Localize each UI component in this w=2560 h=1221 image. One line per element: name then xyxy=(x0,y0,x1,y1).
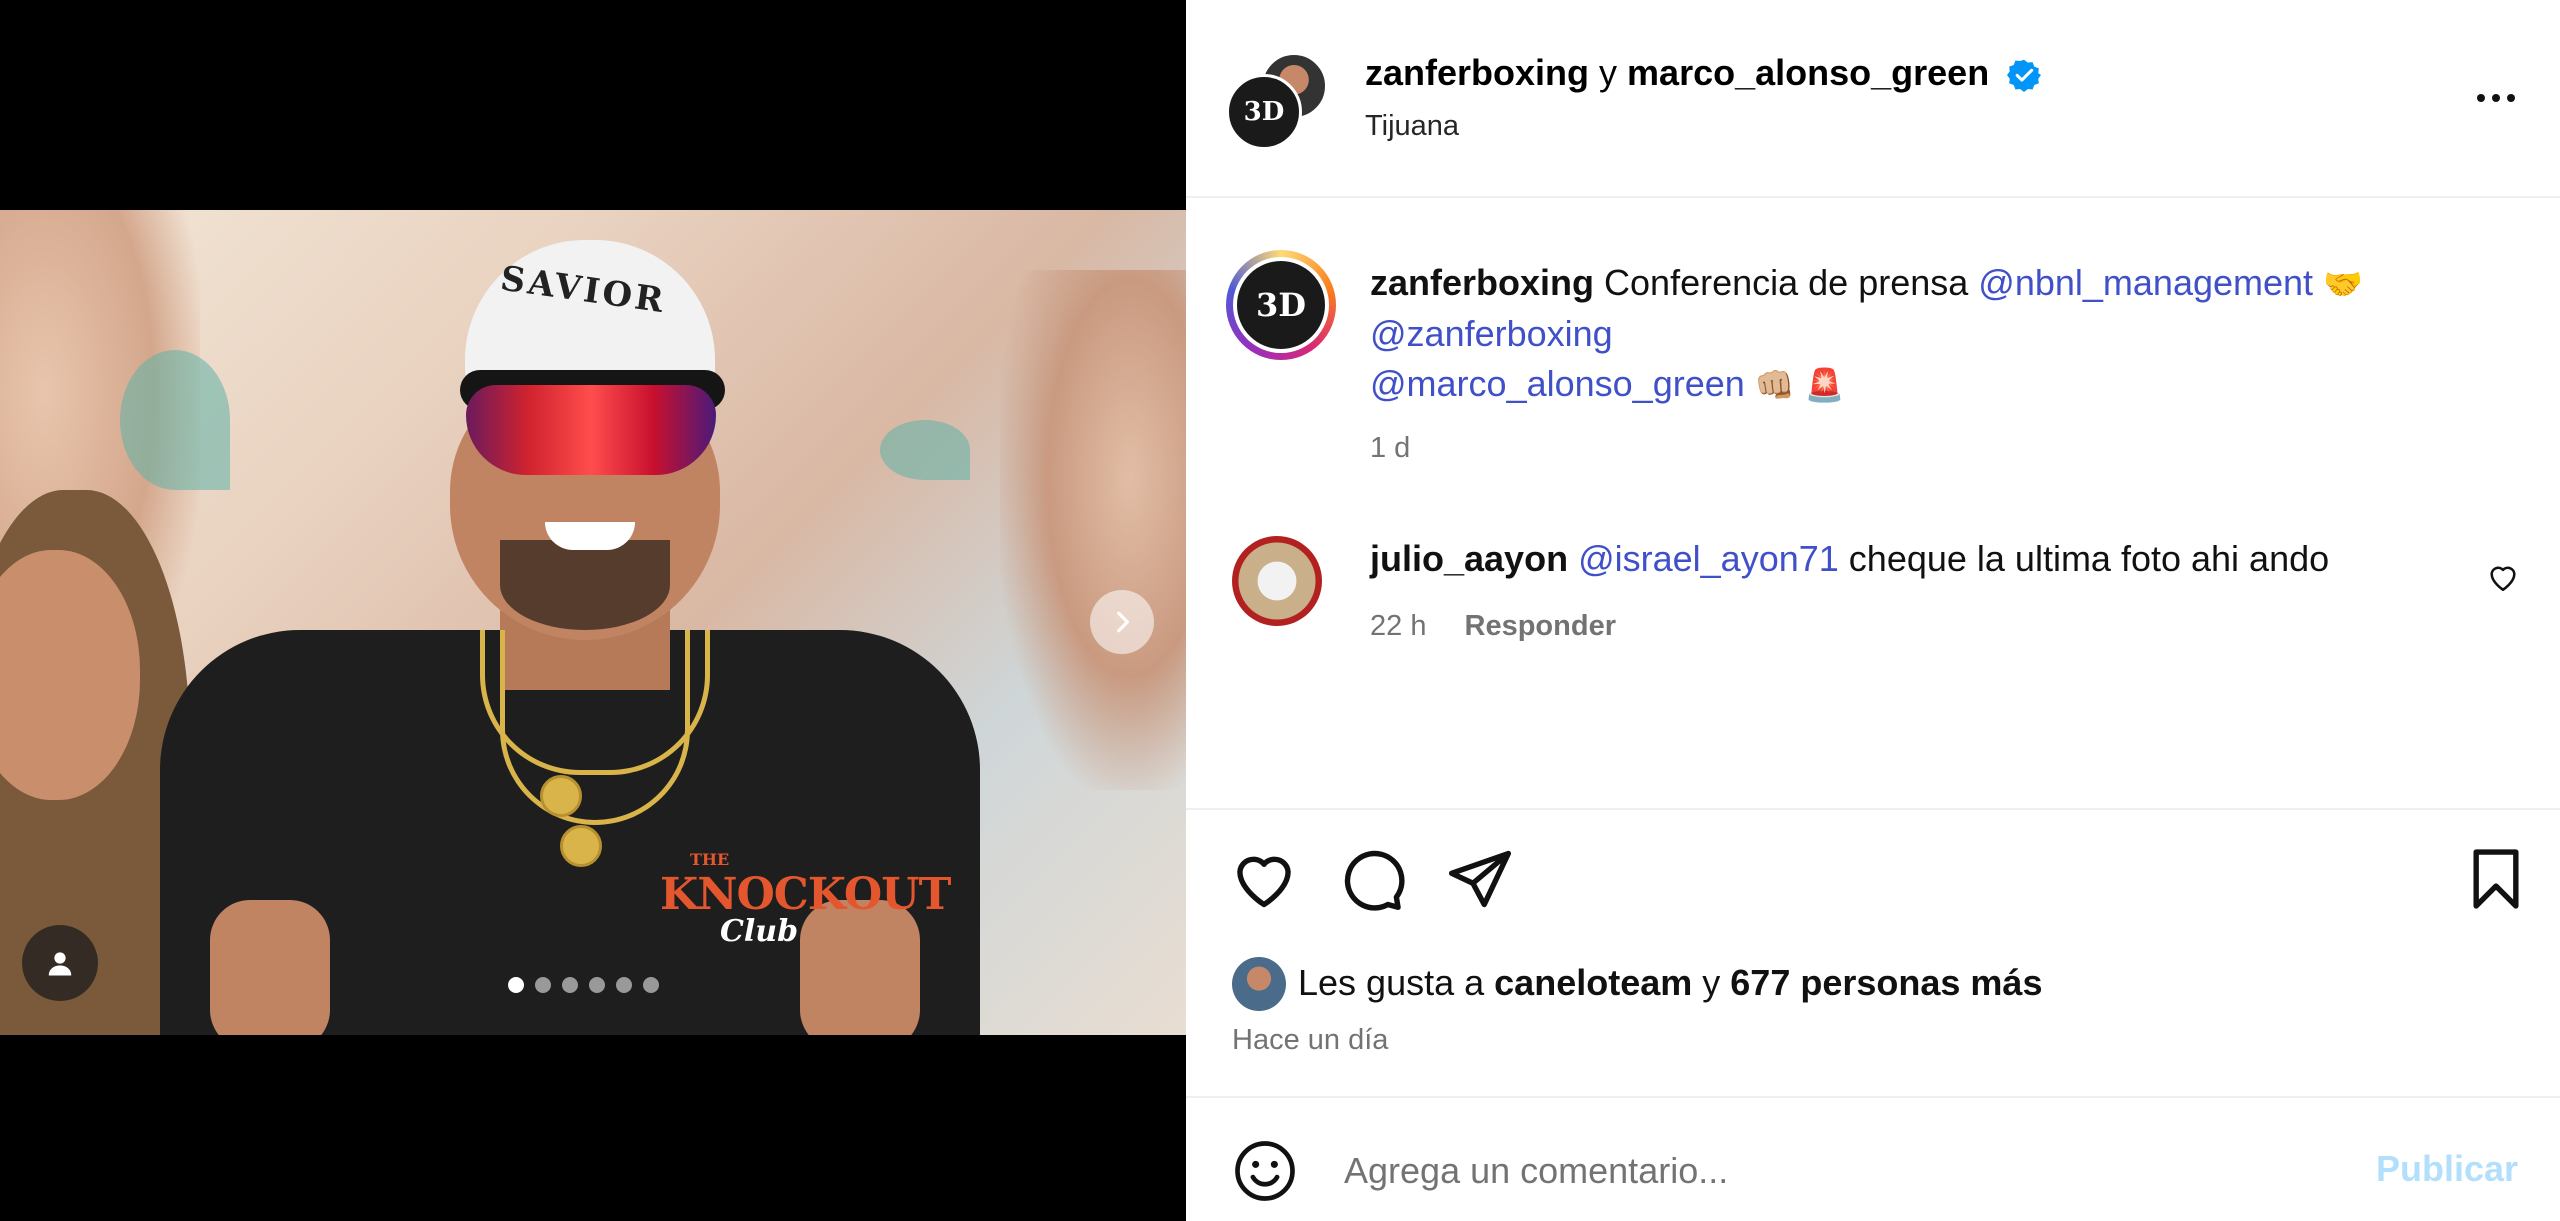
post-date[interactable]: Hace un día xyxy=(1232,1024,1388,1057)
carousel-dot xyxy=(589,977,605,993)
chain-medal xyxy=(560,825,602,867)
post-details-panel: 3D zanferboxing y marco_alonso_green Tij… xyxy=(1186,0,2560,1221)
more-icon xyxy=(2507,94,2515,102)
chevron-right-icon xyxy=(1117,611,1130,633)
comment-timestamp[interactable]: 22 h xyxy=(1370,610,1426,642)
caption-mention[interactable]: @nbnl_management xyxy=(1978,262,2313,303)
comment-meta: 22 h Responder xyxy=(1370,610,1616,643)
caption-mention[interactable]: @zanferboxing xyxy=(1370,313,1613,354)
likes-prefix: Les gusta a xyxy=(1298,962,1485,1003)
comment-username[interactable]: julio_aayon xyxy=(1370,538,1568,579)
likes-summary: Les gusta a caneloteam y 677 personas má… xyxy=(1298,962,2042,1004)
comment-like-button[interactable] xyxy=(2486,560,2520,599)
comment-input[interactable] xyxy=(1342,1140,2246,1202)
carousel-dots xyxy=(508,977,659,993)
avatar: 3D xyxy=(1237,261,1325,349)
more-icon xyxy=(2492,94,2500,102)
more-icon xyxy=(2477,94,2485,102)
user-tag-button[interactable] xyxy=(22,925,98,1001)
caption-text: Conferencia de prensa xyxy=(1604,262,1969,303)
emoji-picker-button[interactable] xyxy=(1232,1138,1298,1209)
author-link[interactable]: zanferboxing xyxy=(1365,52,1589,93)
caption-mention[interactable]: @marco_alonso_green xyxy=(1370,363,1745,404)
comment-mention[interactable]: @israel_ayon71 xyxy=(1578,538,1839,579)
post-photo[interactable]: SAVIOR THE KNOCKOUT Club xyxy=(0,210,1186,1035)
liker-username[interactable]: caneloteam xyxy=(1494,962,1692,1003)
carousel-dot xyxy=(643,977,659,993)
caption-avatar[interactable]: 3D xyxy=(1226,250,1336,360)
share-icon xyxy=(1448,850,1512,908)
likes-count[interactable]: 677 personas más xyxy=(1730,962,2042,1003)
liker-avatar[interactable] xyxy=(1232,957,1286,1011)
poster-palm-leaf xyxy=(880,420,970,480)
background-poster-face-right xyxy=(1000,270,1186,790)
comment-button[interactable] xyxy=(1338,845,1406,918)
publish-button[interactable]: Publicar xyxy=(2376,1148,2518,1190)
likes-conjunction: y xyxy=(1702,962,1721,1003)
heart-icon xyxy=(1237,856,1291,908)
sunglasses xyxy=(466,385,716,475)
post-media: SAVIOR THE KNOCKOUT Club xyxy=(0,0,1186,1221)
comment-text: cheque la ultima foto ahi ando xyxy=(1848,538,2330,579)
poster-palm-leaf xyxy=(120,350,230,490)
left-fist xyxy=(210,900,330,1035)
shirt-logo: THE KNOCKOUT Club xyxy=(660,850,951,949)
reply-button[interactable]: Responder xyxy=(1465,610,1616,642)
divider xyxy=(1186,1096,2560,1098)
carousel-dot xyxy=(508,977,524,993)
siren-emoji: 🚨 xyxy=(1804,367,1845,403)
man-beard xyxy=(500,540,670,630)
save-button[interactable] xyxy=(2462,845,2530,918)
chain-medal xyxy=(540,775,582,817)
author-link[interactable]: marco_alonso_green xyxy=(1627,52,1989,93)
carousel-dot xyxy=(535,977,551,993)
more-options-button[interactable] xyxy=(2461,78,2531,118)
caption-username[interactable]: zanferboxing xyxy=(1370,262,1594,303)
comment-body: julio_aayon @israel_ayon71 cheque la ult… xyxy=(1370,538,2470,580)
share-button[interactable] xyxy=(1446,845,1514,918)
carousel-dot xyxy=(562,977,578,993)
like-button[interactable] xyxy=(1230,845,1298,918)
author-conjunction: y xyxy=(1599,52,1618,93)
collab-avatars[interactable]: 3D xyxy=(1226,52,1328,152)
fist-emoji: 👊🏼 xyxy=(1754,367,1795,403)
post-caption: zanferboxing Conferencia de prensa @nbnl… xyxy=(1370,258,2530,410)
divider xyxy=(1186,196,2560,198)
shirt-logo-line2: KNOCKOUT xyxy=(660,869,951,920)
avatar[interactable]: 3D xyxy=(1226,74,1302,150)
carousel-dot xyxy=(616,977,632,993)
user-tag-icon xyxy=(48,952,72,976)
shirt-logo-line1: THE xyxy=(690,850,730,869)
emoji-icon xyxy=(1235,1141,1295,1201)
verified-icon xyxy=(2007,60,2042,93)
gold-chain xyxy=(500,630,690,825)
post-authors: zanferboxing y marco_alonso_green xyxy=(1365,52,2042,94)
bookmark-icon xyxy=(2473,849,2519,909)
comment-icon xyxy=(1344,850,1405,911)
handshake-emoji: 🤝 xyxy=(2323,266,2363,302)
next-slide-button[interactable] xyxy=(1090,590,1154,654)
comment-avatar[interactable] xyxy=(1232,536,1322,626)
divider xyxy=(1186,808,2560,810)
heart-icon xyxy=(2490,566,2516,592)
man-smile xyxy=(545,522,635,550)
caption-timestamp[interactable]: 1 d xyxy=(1370,432,1410,465)
post-location[interactable]: Tijuana xyxy=(1365,110,1459,143)
